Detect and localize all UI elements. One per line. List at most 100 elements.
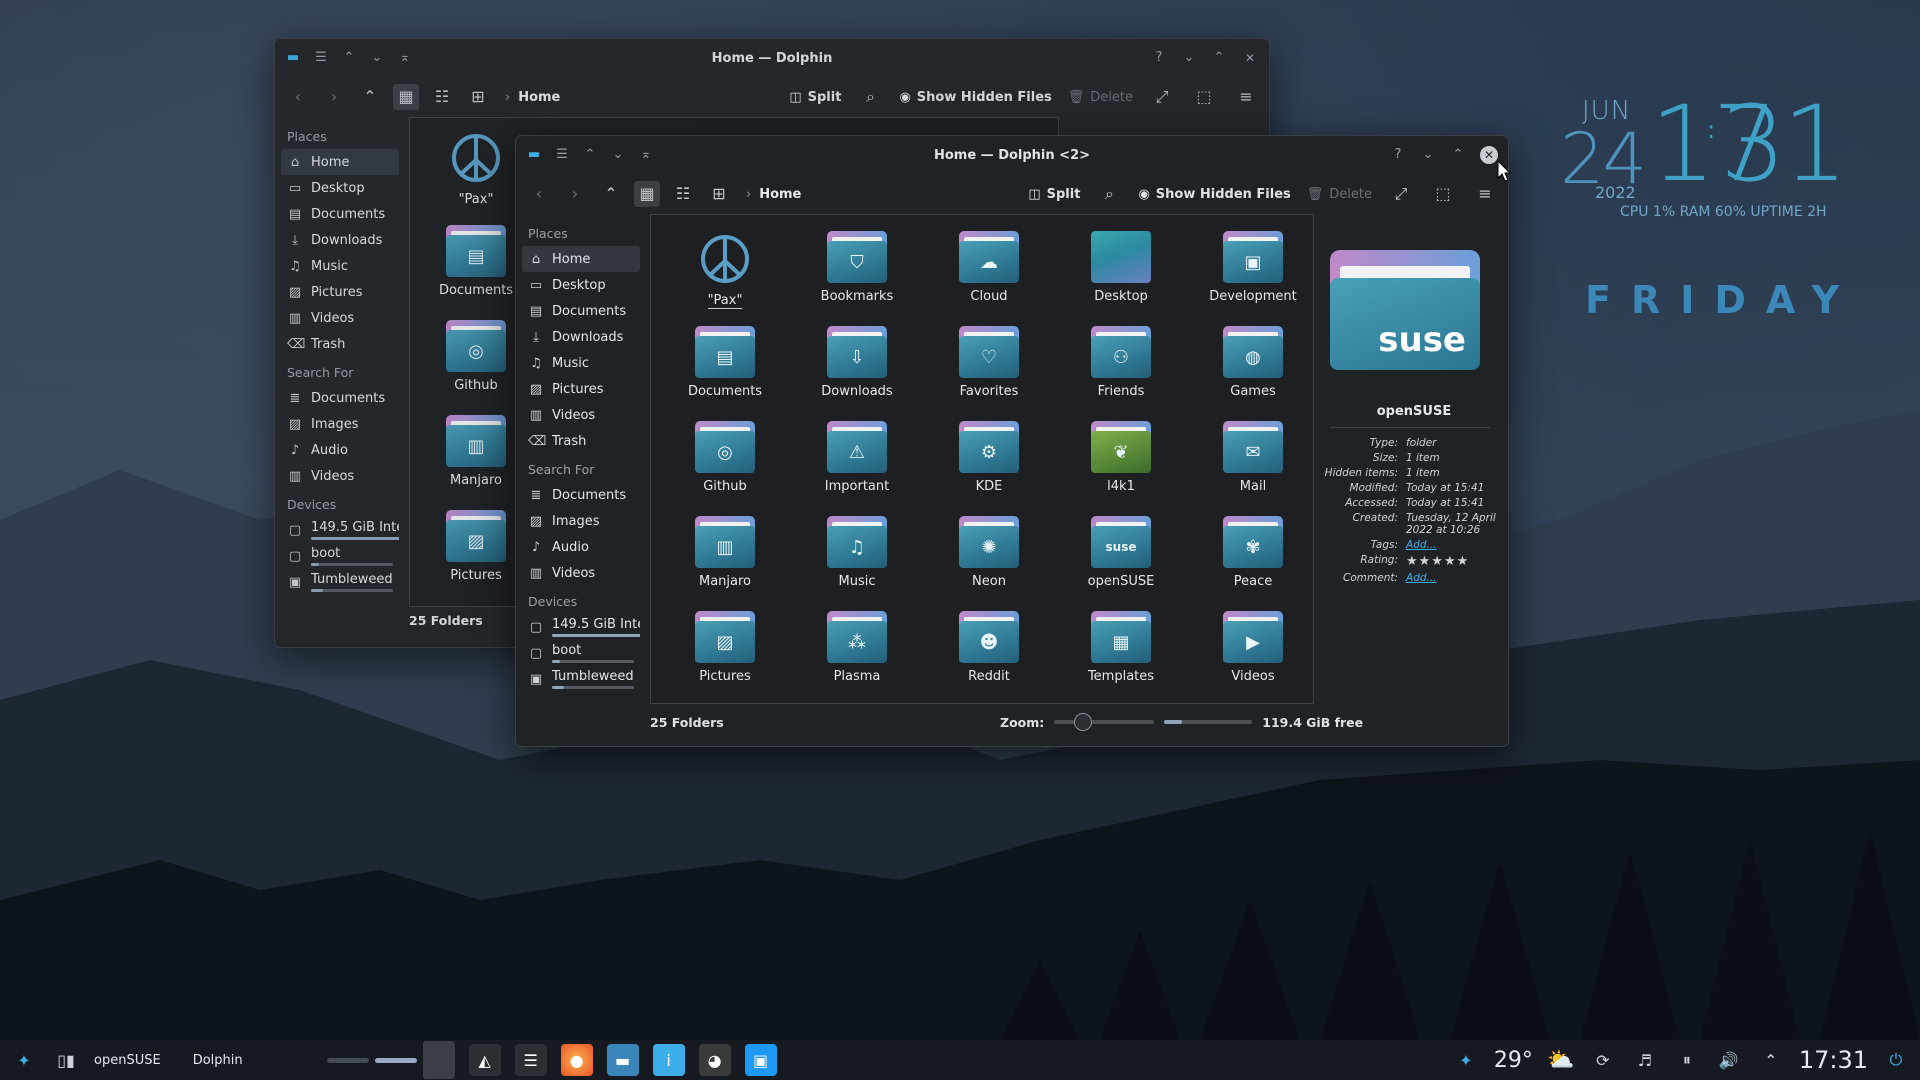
add-tags-link[interactable]: Add... [1406,539,1504,551]
sidebar-item-home[interactable]: ⌂ Home [281,149,399,175]
delete-button[interactable]: 🗑 Delete [1307,187,1372,202]
back-arrow-icon[interactable]: ‹ [285,84,311,110]
hamburger-menu-icon[interactable]: ≡ [1233,84,1259,110]
forward-arrow-icon[interactable]: › [321,84,347,110]
breadcrumb[interactable]: › Home [746,187,801,202]
sidebar-item-documents[interactable]: ▤ Documents [281,201,399,227]
folder-item[interactable]: ▦ Templates [1055,605,1187,700]
titlebar[interactable]: ▬ ☰ ⌃ ⌄ ⌅ Home — Dolphin ? ⌄ ⌃ ✕ [275,39,1269,77]
search-item-videos[interactable]: ▥ Videos [522,560,640,586]
forward-arrow-icon[interactable]: › [562,181,588,207]
folder-item[interactable]: ♫ Music [791,510,923,605]
minimize-icon[interactable]: ⌄ [1420,147,1436,163]
search-item-images[interactable]: ▨ Images [281,411,399,437]
search-icon[interactable]: ⌕ [857,84,883,110]
close-icon[interactable]: ✕ [1480,146,1498,164]
panel-edit-icon[interactable]: ▯▮ [52,1046,80,1074]
virtual-desktop-pager[interactable] [326,1041,455,1079]
help-icon[interactable]: ? [1151,50,1167,66]
folder-item[interactable]: ⚙ KDE [923,415,1055,510]
sidebar-item-videos[interactable]: ▥ Videos [281,305,399,331]
keep-below-icon[interactable]: ⌄ [369,50,385,66]
weather-cloud-sun-icon[interactable]: ⛅ [1547,1046,1575,1074]
kdeconnect-icon[interactable]: ✦ [1452,1046,1480,1074]
folder-item[interactable]: ⁂ Plasma [791,605,923,700]
tray-expand-icon[interactable]: ⌃ [1757,1046,1785,1074]
device-item[interactable]: ▢ 149.5 GiB Inte... [522,614,640,640]
desktop-2[interactable] [374,1057,417,1063]
file-view[interactable]: "Pax" ⛉ Bookmarks ☁ Cloud Desktop ▣ Develop… [650,214,1314,704]
folder-item[interactable]: ✺ Neon [923,510,1055,605]
folder-item[interactable]: ▨ Pictures [422,504,530,599]
help-icon[interactable]: ? [1390,147,1406,163]
folder-item[interactable]: ✾ Peace [1187,510,1319,605]
search-item-documents[interactable]: ≣ Documents [281,385,399,411]
select-icon[interactable]: ⬚ [1191,84,1217,110]
maximize-icon[interactable]: ⌃ [1450,147,1466,163]
keep-above-icon[interactable]: ⌃ [582,147,598,163]
folder-item[interactable]: ◎ Github [659,415,791,510]
breadcrumb-home[interactable]: Home [759,187,801,202]
sidebar-item-music[interactable]: ♫ Music [281,253,399,279]
folder-item[interactable]: ▤ Documents [422,219,530,314]
sidebar-item-trash[interactable]: ⌫ Trash [522,428,640,454]
folder-item[interactable]: "Pax" [422,124,530,219]
device-item[interactable]: ▢ boot [281,543,399,569]
search-icon[interactable]: ⌕ [1096,181,1122,207]
search-item-documents[interactable]: ≣ Documents [522,482,640,508]
add-comment-link[interactable]: Add... [1406,572,1504,584]
search-item-images[interactable]: ▨ Images [522,508,640,534]
folder-app-icon[interactable]: ▬ [285,50,301,66]
device-item[interactable]: ▣ Tumbleweed [281,569,399,595]
folder-item[interactable]: ❦ l4k1 [1055,415,1187,510]
desktop-3[interactable] [422,1041,455,1079]
device-item[interactable]: ▢ boot [522,640,640,666]
folder-item[interactable]: ◎ Github [422,314,530,409]
sidebar-item-trash[interactable]: ⌫ Trash [281,331,399,357]
keep-above-icon[interactable]: ⌃ [341,50,357,66]
clock-time[interactable]: 17:31 [1799,1046,1868,1074]
show-hidden-button[interactable]: ◉ Show Hidden Files [1138,187,1290,202]
folder-item[interactable]: ▥ Manjaro [659,510,791,605]
menu-icon[interactable]: ☰ [313,50,329,66]
power-icon[interactable]: ⏻ [1882,1046,1910,1074]
expand-icon[interactable]: ⤢ [1388,181,1414,207]
folder-item[interactable]: ⛉ Bookmarks [791,225,923,320]
folder-item[interactable]: ☻ Reddit [923,605,1055,700]
info-center-icon[interactable]: i [652,1044,685,1076]
hamburger-menu-icon[interactable]: ≡ [1472,181,1498,207]
delete-button[interactable]: 🗑 Delete [1068,90,1133,105]
pause-icon[interactable]: ⏸ [1673,1046,1701,1074]
app-launcher-icon[interactable]: ✦ [10,1046,38,1074]
back-arrow-icon[interactable]: ‹ [526,181,552,207]
folder-item[interactable]: ▨ Pictures [659,605,791,700]
shade-icon[interactable]: ⌅ [397,50,413,66]
breadcrumb-home[interactable]: Home [518,90,560,105]
gimp-icon[interactable]: ◕ [698,1044,731,1076]
folder-item[interactable]: ▥ Manjaro [422,409,530,504]
folder-item[interactable]: ⚠ Important [791,415,923,510]
folder-item[interactable]: ▶ Videos [1187,605,1319,700]
folder-item[interactable]: suse openSUSE [1055,510,1187,605]
details-view-icon[interactable]: ⊞ [706,181,732,207]
compact-view-icon[interactable]: ☷ [670,181,696,207]
breadcrumb[interactable]: › Home [505,90,560,105]
task-opensuse[interactable]: openSUSE [94,1053,161,1068]
dolphin-window-front[interactable]: ▬ ☰ ⌃ ⌄ ⌅ Home — Dolphin <2> ? ⌄ ⌃ ✕ ‹ ›… [515,135,1509,747]
expand-icon[interactable]: ⤢ [1149,84,1175,110]
inkscape-icon[interactable]: ◭ [468,1044,501,1076]
minimize-icon[interactable]: ⌄ [1181,50,1197,66]
up-arrow-icon[interactable]: ⌃ [598,181,624,207]
split-button[interactable]: ◫ Split [789,90,841,105]
compact-view-icon[interactable]: ☷ [429,84,455,110]
icons-view-icon[interactable]: ▦ [393,84,419,110]
close-icon[interactable]: ✕ [1241,49,1259,67]
task-dolphin[interactable]: Dolphin [193,1053,243,1068]
search-item-audio[interactable]: ♪ Audio [281,437,399,463]
sidebar-item-pictures[interactable]: ▨ Pictures [522,376,640,402]
folder-item[interactable]: ⇩ Downloads [791,320,923,415]
device-item[interactable]: ▣ Tumbleweed [522,666,640,692]
desktop-1[interactable] [326,1057,369,1063]
folder-item[interactable]: ▣ Development [1187,225,1319,320]
discover-icon[interactable]: ▣ [744,1044,777,1076]
